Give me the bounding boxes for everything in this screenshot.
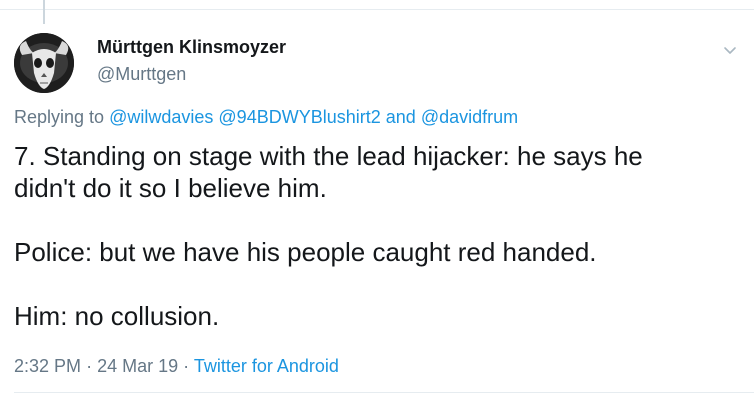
tweet-metadata: 2:32 PM · 24 Mar 19 · Twitter for Androi…: [14, 356, 339, 377]
skull-avatar-icon: [14, 33, 74, 93]
bottom-divider: [14, 392, 754, 393]
meta-separator: ·: [86, 356, 93, 376]
meta-separator: ·: [183, 356, 190, 376]
mention-conjunction: and: [385, 107, 416, 127]
mention-link[interactable]: @wilwdavies: [109, 107, 213, 127]
tweet-time: 2:32 PM: [14, 356, 82, 376]
chevron-down-icon[interactable]: [720, 40, 740, 60]
top-divider: [0, 9, 754, 10]
tweet-text-line: 7. Standing on stage with the lead hijac…: [14, 141, 643, 171]
replying-to-prefix: Replying to: [14, 107, 105, 127]
mention-link[interactable]: @davidfrum: [421, 107, 518, 127]
tweet-text: 7. Standing on stage with the lead hijac…: [14, 140, 734, 332]
tweet-detail: Mürttgen Klinsmoyzer @Murttgen Replying …: [0, 0, 754, 404]
tweet-text-paragraph: Police: but we have his people caught re…: [14, 237, 597, 267]
tweet-text-paragraph: Him: no collusion.: [14, 301, 220, 331]
avatar[interactable]: [14, 33, 74, 93]
display-name[interactable]: Mürttgen Klinsmoyzer: [97, 37, 286, 58]
thread-connector-line: [43, 0, 45, 24]
tweet-source-link[interactable]: Twitter for Android: [194, 356, 339, 376]
tweet-text-line: didn't do it so I believe him.: [14, 173, 327, 203]
replying-to-line: Replying to @wilwdavies @94BDWYBlushirt2…: [14, 107, 518, 128]
mention-link[interactable]: @94BDWYBlushirt2: [218, 107, 380, 127]
tweet-date: 24 Mar 19: [97, 356, 179, 376]
user-handle[interactable]: @Murttgen: [97, 64, 186, 85]
